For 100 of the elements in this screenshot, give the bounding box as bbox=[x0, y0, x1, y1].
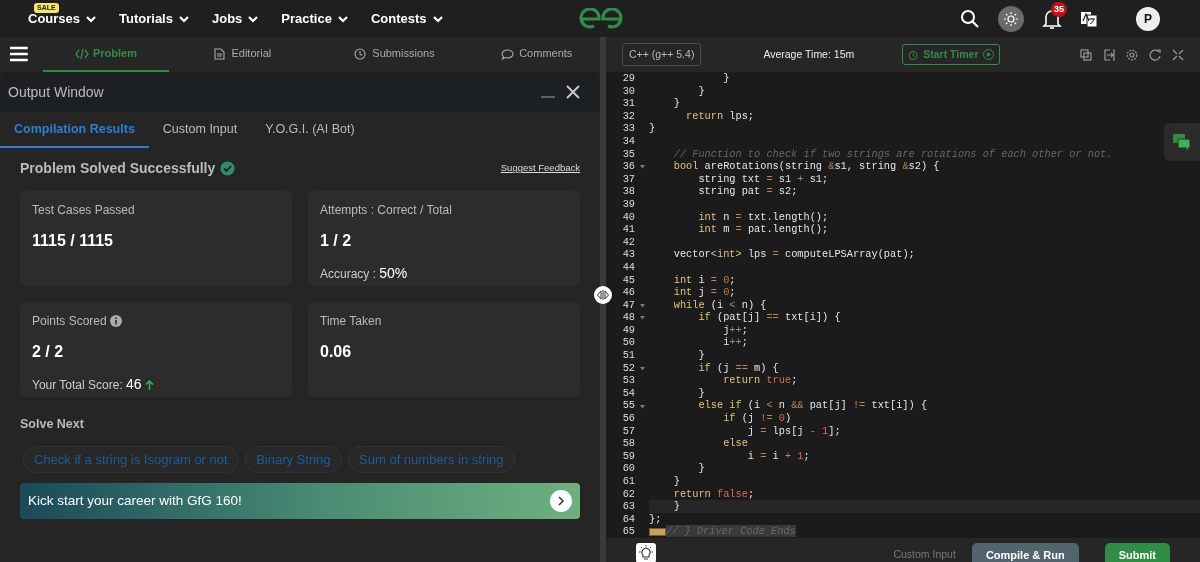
code-line: return false; bbox=[672, 487, 755, 501]
line-number: 45 bbox=[621, 273, 635, 287]
line-number: 59 bbox=[621, 449, 635, 463]
line-number: 60 bbox=[621, 462, 635, 475]
code-line: return lps; bbox=[685, 109, 755, 123]
code-line: } bbox=[697, 84, 705, 98]
code-line: int i = 0; bbox=[672, 273, 736, 287]
code-line: } bbox=[649, 122, 656, 135]
close-icon[interactable] bbox=[566, 85, 580, 99]
code-line: string pat = s2; bbox=[697, 185, 798, 198]
problem-tab[interactable]: Comments bbox=[473, 37, 600, 72]
line-number: 56 bbox=[621, 412, 635, 425]
line-number: 44 bbox=[621, 260, 635, 274]
stat-note-value: 50% bbox=[379, 264, 408, 283]
fullscreen-icon[interactable] bbox=[1172, 48, 1184, 61]
code-line: int j = 0; bbox=[672, 286, 736, 299]
chevron-right-icon[interactable] bbox=[550, 490, 572, 513]
line-number: 32 bbox=[621, 109, 635, 123]
code-line: i = i + 1; bbox=[746, 449, 810, 463]
alarm-icon bbox=[908, 49, 919, 60]
code-line: return true; bbox=[722, 374, 798, 387]
start-timer-button[interactable]: Start Timer bbox=[902, 43, 1001, 66]
compile-run-button[interactable]: Compile & Run bbox=[971, 543, 1079, 562]
nav-menu[interactable]: Tutorials bbox=[119, 8, 190, 29]
code-line: vector<int> lps = computeLPSArray(pat); bbox=[672, 248, 915, 261]
chevron-down-icon bbox=[431, 13, 444, 24]
code-line: // Function to check if two strings are rotations of each other or not. bbox=[672, 147, 1113, 161]
line-number: 53 bbox=[621, 374, 635, 387]
submit-button[interactable]: Submit bbox=[1104, 543, 1170, 562]
language-select[interactable]: C++ (g++ 5.4) bbox=[622, 42, 702, 67]
line-number: 63 bbox=[621, 500, 635, 513]
promo-banner[interactable]: Kick start your career with GfG 160! bbox=[20, 483, 580, 520]
fold-arrow-icon[interactable] bbox=[640, 165, 645, 170]
line-number: 42 bbox=[621, 235, 635, 249]
fold-arrow-icon[interactable] bbox=[640, 303, 645, 308]
avatar[interactable]: P bbox=[1136, 6, 1160, 31]
stat-value: 2 / 2 bbox=[32, 342, 65, 362]
feedback-link[interactable]: Suggest Feedback bbox=[500, 161, 580, 176]
stat-note-label: Accuracy : bbox=[320, 265, 376, 283]
line-number: 47 bbox=[621, 298, 635, 312]
fold-arrow-icon[interactable] bbox=[640, 316, 645, 321]
code-line: } bbox=[672, 475, 680, 488]
nav-menu[interactable]: Jobs bbox=[211, 8, 260, 29]
exit-icon[interactable] bbox=[1103, 48, 1115, 61]
line-number: 38 bbox=[621, 185, 635, 198]
stat-value: 0.06 bbox=[320, 342, 353, 362]
fold-arrow-icon[interactable] bbox=[640, 404, 645, 409]
line-number: 35 bbox=[621, 147, 635, 161]
problem-tab[interactable]: Editorial bbox=[169, 37, 316, 72]
settings-icon[interactable] bbox=[1126, 48, 1138, 61]
bell-icon[interactable] bbox=[1042, 7, 1062, 30]
line-number: 43 bbox=[621, 248, 635, 261]
search-icon[interactable] bbox=[960, 8, 980, 29]
chevron-down-icon bbox=[336, 13, 349, 24]
logo[interactable] bbox=[578, 7, 624, 30]
code-line: j++; bbox=[722, 323, 748, 337]
output-tab[interactable]: Y.O.G.I. (AI Bot) bbox=[251, 112, 369, 148]
line-number: 65 bbox=[621, 525, 635, 538]
line-number: 36 bbox=[621, 160, 635, 173]
code-icon bbox=[74, 47, 89, 60]
stat-label: Time Taken bbox=[320, 313, 382, 330]
play-circle-icon bbox=[983, 49, 995, 60]
code-line: } bbox=[697, 349, 705, 362]
nav-menu[interactable]: Practice bbox=[281, 8, 349, 29]
theme-toggle-icon[interactable] bbox=[998, 5, 1024, 32]
stat-label: Test Cases Passed bbox=[32, 202, 135, 219]
line-number: 64 bbox=[621, 512, 635, 526]
chevron-down-icon bbox=[177, 13, 190, 24]
problem-tab[interactable]: Submissions bbox=[315, 37, 474, 72]
code-line: if (j != 0) bbox=[722, 412, 792, 425]
custom-input-link[interactable]: Custom Input bbox=[887, 546, 962, 562]
line-number: 54 bbox=[621, 386, 635, 400]
code-line: else bbox=[722, 437, 748, 450]
line-number: 50 bbox=[621, 336, 635, 350]
folded-code-icon[interactable] bbox=[649, 527, 666, 536]
line-number: 57 bbox=[621, 424, 635, 438]
refresh-icon[interactable] bbox=[1149, 48, 1161, 61]
code-line: } bbox=[697, 462, 705, 475]
document-icon bbox=[213, 47, 228, 60]
code-line: } bbox=[697, 386, 705, 400]
code-line: if (j == m) { bbox=[697, 361, 779, 375]
line-number: 40 bbox=[621, 210, 635, 224]
menu-icon[interactable] bbox=[9, 45, 29, 63]
chevron-down-icon bbox=[247, 13, 260, 24]
line-number: 49 bbox=[621, 323, 635, 337]
line-number: 39 bbox=[621, 197, 635, 211]
line-number: 41 bbox=[621, 223, 635, 236]
translate-icon[interactable] bbox=[1080, 9, 1098, 28]
stat-note-label: Your Total Score: bbox=[32, 376, 123, 394]
line-number: 34 bbox=[621, 134, 635, 148]
nav-menu[interactable]: Contests bbox=[370, 8, 444, 29]
panel-title: Output Window bbox=[8, 82, 105, 102]
chat-button[interactable] bbox=[1164, 123, 1200, 161]
status-message: Problem Solved Successfully bbox=[20, 159, 216, 178]
copy-icon[interactable] bbox=[1080, 48, 1092, 61]
fold-arrow-icon[interactable] bbox=[640, 366, 645, 371]
output-tab[interactable]: Compilation Results bbox=[0, 112, 149, 148]
lightbulb-icon[interactable] bbox=[636, 543, 656, 562]
output-tab[interactable]: Custom Input bbox=[148, 112, 252, 148]
stat-label: Points Scored bbox=[32, 313, 107, 330]
